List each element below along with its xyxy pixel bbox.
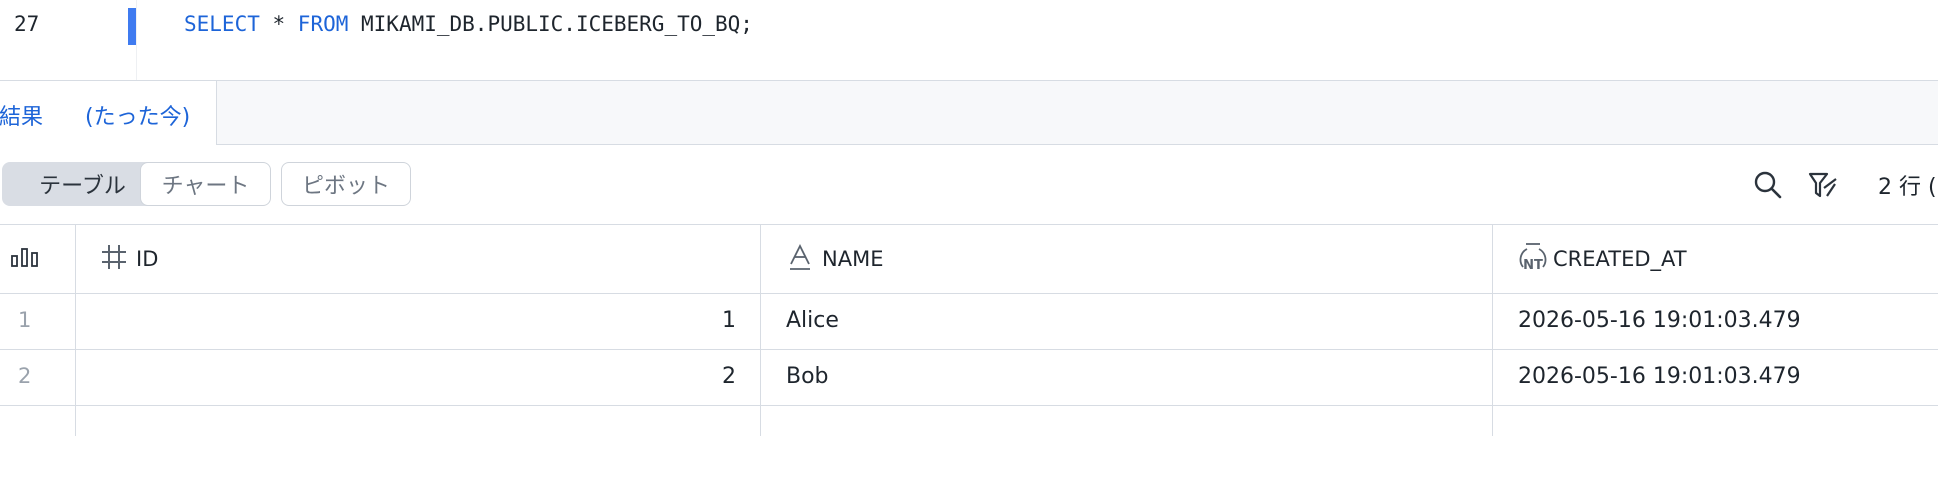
column-header-label: CREATED_AT	[1553, 246, 1687, 271]
grid-line	[0, 349, 1938, 350]
column-header-name[interactable]: NAME	[788, 224, 1478, 293]
row-count: 2 行 (	[1878, 175, 1937, 200]
column-header-created-at[interactable]: NT CREATED_AT	[1517, 224, 1937, 293]
column-stats-icon	[10, 246, 42, 272]
row-index: 1	[18, 308, 32, 332]
table-view-label: テーブル	[39, 174, 126, 199]
results-tab[interactable]: 結果 (たった今)	[0, 81, 217, 146]
pivot-view-label: ピボット	[301, 174, 390, 199]
grid-line	[0, 293, 1938, 294]
results-toolbar: テーブル チャート ピボット 2 行 (	[0, 145, 1938, 224]
column-header-label: ID	[136, 246, 159, 271]
code-line[interactable]: SELECT * FROM MIKAMI_DB.PUBLIC.ICEBERG_T…	[184, 12, 753, 36]
table-view-button[interactable]: テーブル	[2, 162, 163, 206]
cell-created-at[interactable]: 2026-05-16 19:01:03.479	[1518, 308, 1801, 333]
row-index: 2	[18, 364, 32, 388]
chart-view-button[interactable]: チャート	[140, 162, 271, 206]
search-icon[interactable]	[1752, 169, 1784, 201]
cell-name[interactable]: Bob	[786, 364, 829, 389]
line-number: 27	[14, 12, 40, 36]
sql-star: *	[259, 12, 298, 36]
column-header-label: NAME	[822, 246, 884, 271]
grid-line	[0, 405, 1938, 406]
cell-id[interactable]: 2	[76, 364, 736, 389]
chart-view-label: チャート	[161, 174, 250, 199]
cell-created-at[interactable]: 2026-05-16 19:01:03.479	[1518, 364, 1801, 389]
sql-keyword-from: FROM	[297, 12, 349, 36]
results-timestamp: (たった今)	[85, 105, 191, 130]
results-table: ID NAME NT CREATED_AT 1 1 Alice 2026-05-…	[0, 224, 1938, 436]
column-stats-header[interactable]	[10, 224, 70, 293]
timestamp-ntz-icon: NT	[1517, 241, 1549, 277]
text-type-icon	[788, 243, 812, 275]
column-header-id[interactable]: ID	[100, 224, 750, 293]
active-line-marker	[128, 8, 136, 45]
sql-table-name: MIKAMI_DB.PUBLIC.ICEBERG_TO_BQ;	[348, 12, 753, 36]
results-title: 結果	[0, 105, 44, 130]
cell-id[interactable]: 1	[76, 308, 736, 333]
pivot-view-button[interactable]: ピボット	[281, 162, 411, 206]
hash-icon	[100, 243, 128, 275]
grid-line	[760, 224, 761, 436]
sql-editor[interactable]: 27 SELECT * FROM MIKAMI_DB.PUBLIC.ICEBER…	[0, 0, 1938, 80]
results-header: 結果 (たった今)	[0, 80, 1938, 146]
cell-name[interactable]: Alice	[786, 308, 839, 333]
gutter-separator	[136, 0, 137, 80]
sql-keyword-select: SELECT	[184, 12, 260, 36]
column-filter-icon[interactable]	[1807, 169, 1839, 201]
grid-line	[1492, 224, 1493, 436]
svg-text:NT: NT	[1523, 258, 1543, 273]
